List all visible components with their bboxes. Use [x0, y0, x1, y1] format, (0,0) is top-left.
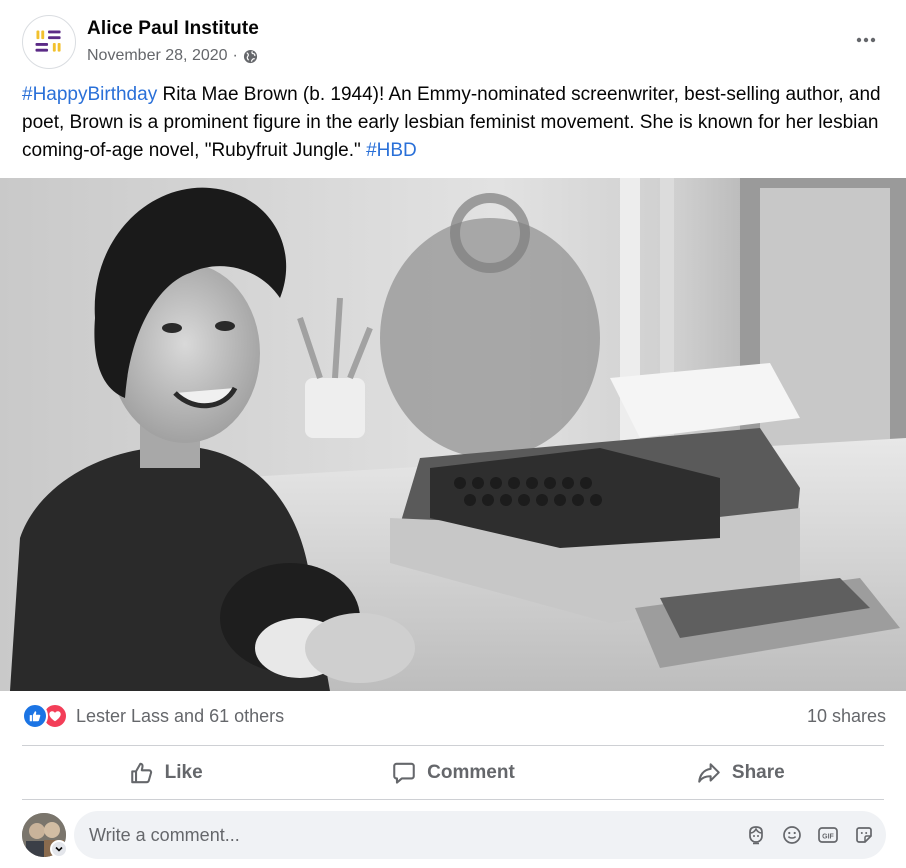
- reactions-summary[interactable]: Lester Lass and 61 others: [22, 703, 284, 729]
- reaction-icons: [22, 703, 68, 729]
- post-meta: November 28, 2020 ·: [87, 47, 258, 65]
- like-label: Like: [164, 762, 203, 783]
- gif-icon: GIF: [818, 827, 838, 843]
- like-icon: [22, 703, 48, 729]
- svg-text:GIF: GIF: [822, 833, 834, 840]
- share-icon: [698, 763, 720, 783]
- reactions-summary-text[interactable]: Lester Lass and 61 others: [76, 706, 284, 727]
- sticker-icon: [856, 827, 872, 843]
- more-horizontal-icon: [856, 37, 876, 43]
- emoji-icon: [783, 826, 801, 844]
- divider-bottom: [22, 799, 884, 800]
- comment-input[interactable]: [89, 824, 744, 846]
- emoji-button[interactable]: [780, 823, 804, 847]
- meta-separator: ·: [232, 47, 238, 64]
- action-bar: Like Comment Share: [22, 748, 884, 798]
- chevron-down-icon: [55, 846, 63, 852]
- gif-button[interactable]: GIF: [816, 823, 840, 847]
- photo-woman-at-typewriter: [0, 178, 906, 691]
- post-options-button[interactable]: [848, 22, 884, 58]
- comment-button[interactable]: Comment: [309, 748, 596, 798]
- like-button[interactable]: Like: [22, 748, 309, 798]
- alice-paul-institute-logo: [35, 30, 61, 52]
- hashtag-happybirthday[interactable]: #HappyBirthday: [22, 84, 157, 105]
- divider-top: [22, 745, 884, 746]
- comment-composer: GIF: [74, 811, 886, 859]
- avatar-sticker-button[interactable]: [744, 823, 768, 847]
- share-label: Share: [731, 762, 785, 783]
- post-photo[interactable]: [0, 178, 906, 691]
- account-switcher-chevron[interactable]: [50, 840, 68, 858]
- comment-tools: GIF: [744, 823, 876, 847]
- post-card: Alice Paul Institute November 28, 2020 ·…: [0, 0, 906, 868]
- comment-icon: [393, 762, 415, 784]
- post-date[interactable]: November 28, 2020: [87, 47, 228, 65]
- post-text: #HappyBirthday Rita Mae Brown (b. 1944)!…: [22, 81, 882, 165]
- hashtag-hbd[interactable]: #HBD: [366, 140, 417, 161]
- page-avatar-logo[interactable]: [22, 15, 76, 69]
- globe-icon[interactable]: [243, 49, 258, 64]
- thumbs-up-icon: [130, 762, 152, 784]
- page-name-link[interactable]: Alice Paul Institute: [87, 18, 259, 40]
- shares-count[interactable]: 10 shares: [807, 706, 886, 727]
- comment-label: Comment: [427, 762, 515, 783]
- avatar-sticker-icon: [749, 826, 763, 845]
- share-button[interactable]: Share: [597, 748, 884, 798]
- sticker-button[interactable]: [852, 823, 876, 847]
